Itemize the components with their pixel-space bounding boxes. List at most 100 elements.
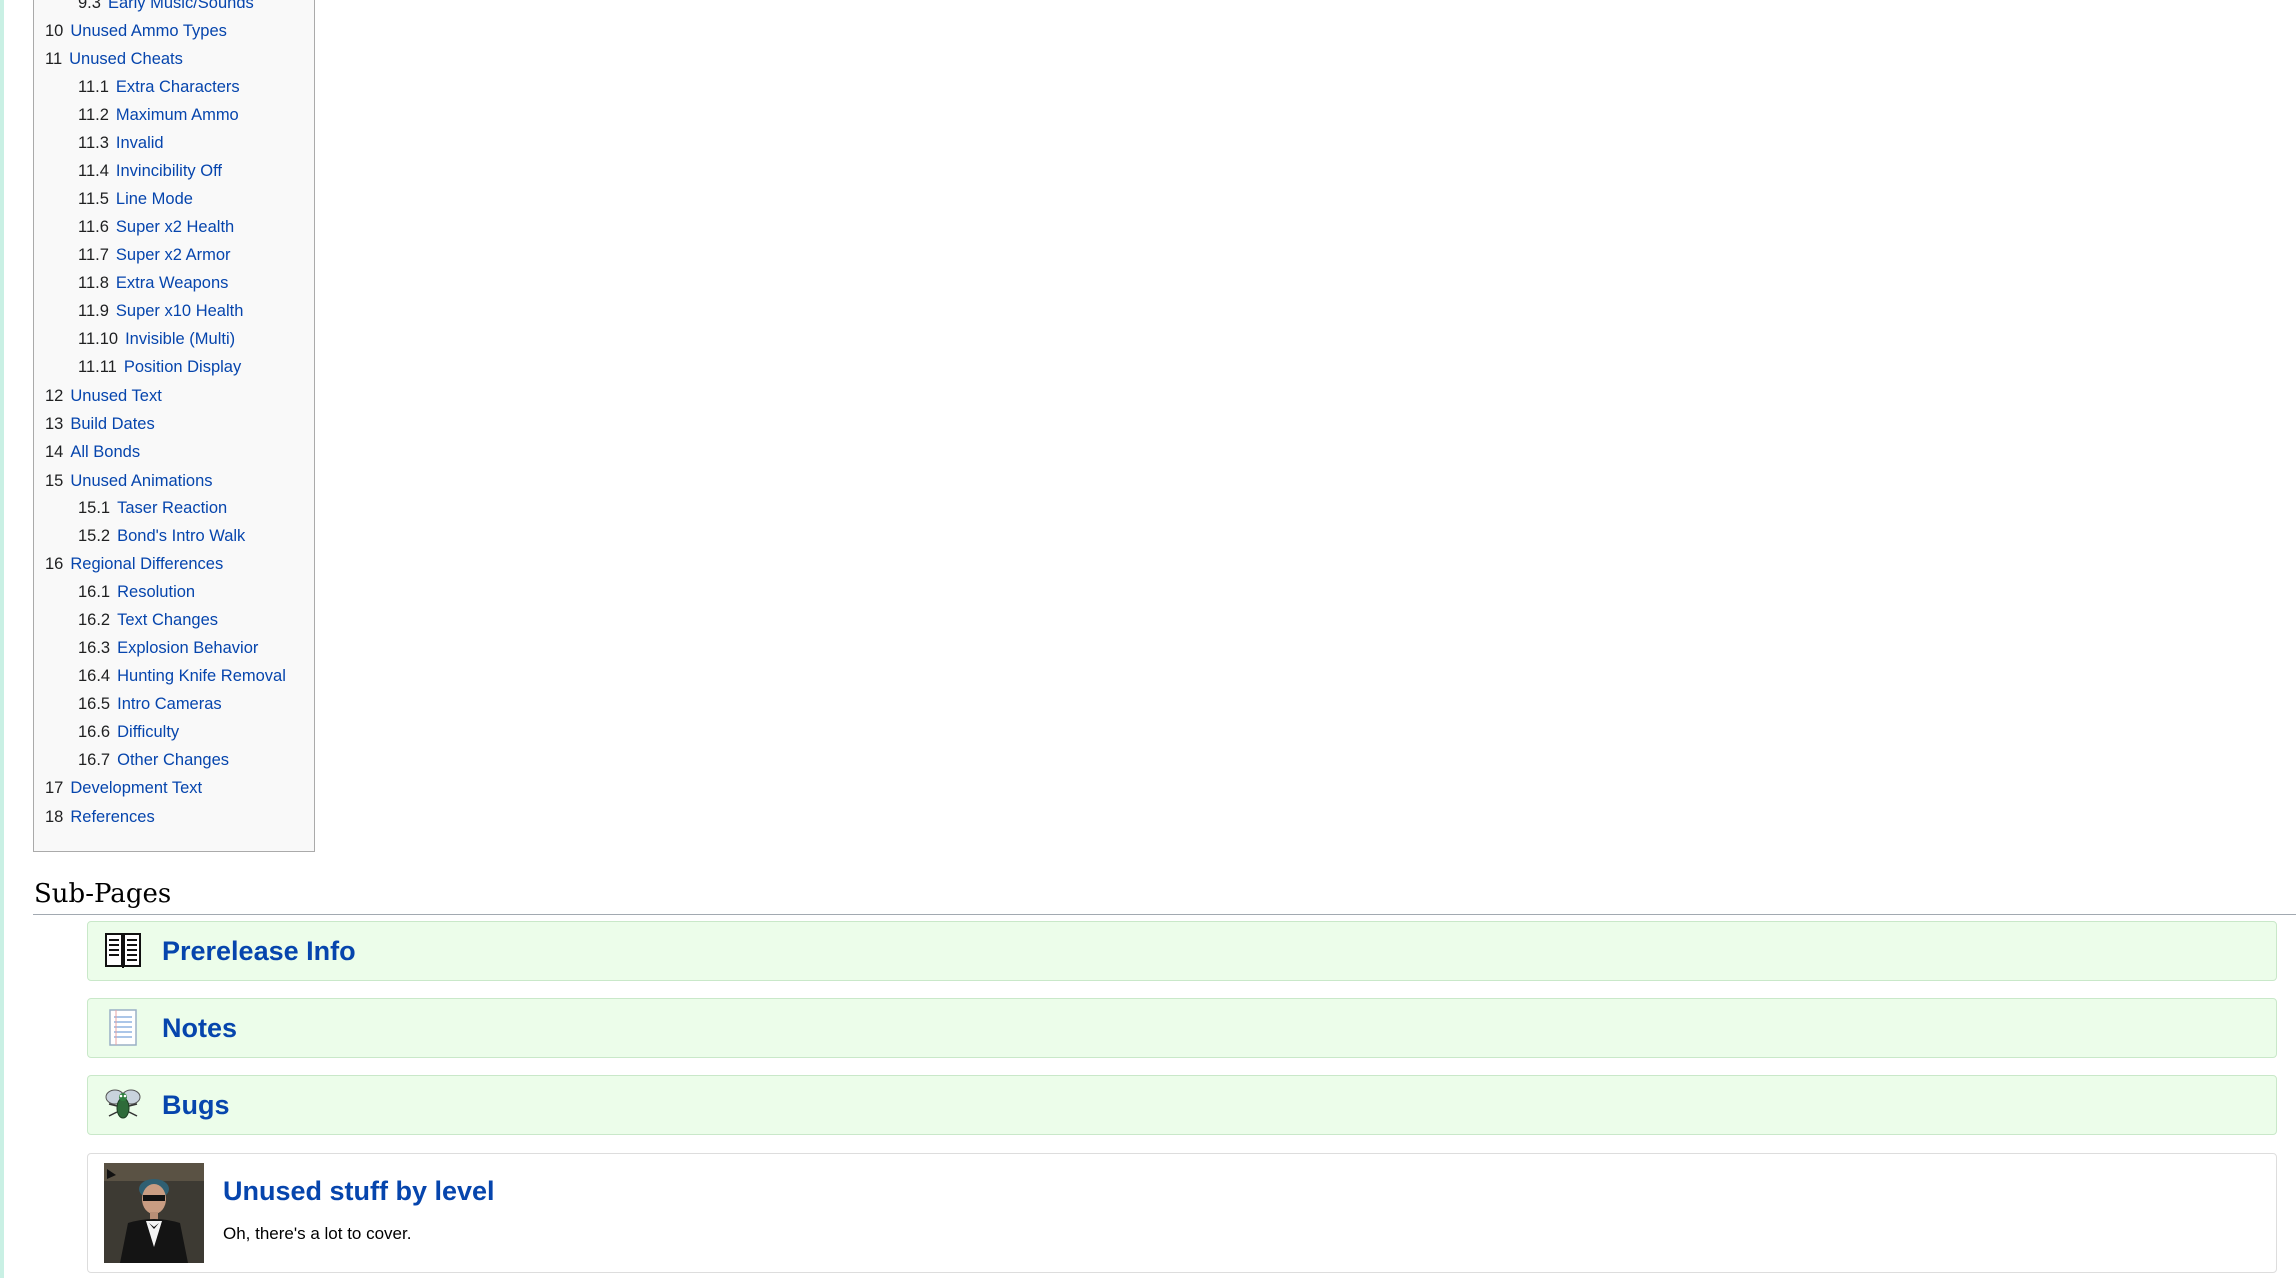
card-title[interactable]: Notes	[162, 999, 237, 1057]
toc-number: 16.5	[78, 695, 111, 713]
toc-link[interactable]: Intro Cameras	[117, 695, 222, 713]
toc-entry[interactable]: 11.8 Extra Weapons	[78, 271, 228, 295]
toc-link[interactable]: Maximum Ammo	[116, 106, 239, 124]
toc-link[interactable]: All Bonds	[70, 443, 140, 461]
toc-link[interactable]: Extra Weapons	[116, 274, 229, 292]
toc-number: 16	[45, 555, 64, 573]
card-title[interactable]: Bugs	[162, 1076, 230, 1134]
toc-number: 15.1	[78, 499, 111, 517]
subpage-card-bugs[interactable]: Bugs	[87, 1075, 2277, 1135]
toc-entry[interactable]: 16.4 Hunting Knife Removal	[78, 664, 286, 688]
card-title[interactable]: Unused stuff by level	[223, 1176, 495, 1207]
subpage-card-unused-by-level[interactable]: Unused stuff by level Oh, there's a lot …	[87, 1153, 2277, 1273]
toc-number: 10	[45, 22, 64, 40]
toc-entry[interactable]: 11 Unused Cheats	[45, 47, 183, 71]
toc-entry[interactable]: 17 Development Text	[45, 776, 202, 800]
toc-entry[interactable]: 11.7 Super x2 Armor	[78, 243, 231, 267]
toc-entry[interactable]: 11.1 Extra Characters	[78, 75, 240, 99]
toc-entry[interactable]: 16.7 Other Changes	[78, 748, 229, 772]
toc-entry[interactable]: 16.5 Intro Cameras	[78, 692, 222, 716]
toc-link[interactable]: Unused Ammo Types	[70, 22, 227, 40]
toc-entry[interactable]: 15.1 Taser Reaction	[78, 496, 227, 520]
toc-entry[interactable]: 11.9 Super x10 Health	[78, 299, 243, 323]
toc-entry[interactable]: 16.2 Text Changes	[78, 608, 218, 632]
toc-entry[interactable]: 12 Unused Text	[45, 384, 162, 408]
toc-entry[interactable]: 11.2 Maximum Ammo	[78, 103, 239, 127]
toc-entry[interactable]: 15 Unused Animations	[45, 469, 213, 493]
toc-link[interactable]: Difficulty	[117, 723, 179, 741]
toc-link[interactable]: Line Mode	[116, 190, 193, 208]
toc-link[interactable]: Early Music/Sounds	[108, 0, 254, 12]
toc-link[interactable]: Super x2 Armor	[116, 246, 231, 264]
toc-number: 11.7	[78, 246, 109, 264]
toc-link[interactable]: Build Dates	[70, 415, 154, 433]
toc-entry[interactable]: 15.2 Bond's Intro Walk	[78, 524, 245, 548]
toc-entry[interactable]: 14 All Bonds	[45, 440, 140, 464]
toc-entry[interactable]: 18 References	[45, 805, 155, 829]
toc-entry[interactable]: 9.3 Early Music/Sounds	[78, 0, 254, 15]
toc-link[interactable]: Super x2 Health	[116, 218, 234, 236]
bond-tuxedo-thumbnail[interactable]	[104, 1163, 204, 1263]
toc-entry[interactable]: 11.6 Super x2 Health	[78, 215, 234, 239]
toc-number: 11.8	[78, 274, 109, 292]
toc-entry[interactable]: 11.10 Invisible (Multi)	[78, 327, 235, 351]
toc-number: 15.2	[78, 527, 111, 545]
subpages-heading: Sub-Pages	[34, 879, 172, 909]
toc-link[interactable]: Development Text	[70, 779, 202, 797]
card-description: Oh, there's a lot to cover.	[223, 1224, 412, 1243]
toc-link[interactable]: Position Display	[124, 358, 241, 376]
toc-entry[interactable]: 11.5 Line Mode	[78, 187, 193, 211]
toc-number: 13	[45, 415, 64, 433]
toc-link[interactable]: Invalid	[116, 134, 164, 152]
toc-link[interactable]: Invisible (Multi)	[125, 330, 235, 348]
toc-entry[interactable]: 16.6 Difficulty	[78, 720, 179, 744]
toc-link[interactable]: Unused Animations	[70, 472, 212, 490]
toc-link[interactable]: References	[70, 808, 154, 826]
toc-number: 11.11	[78, 358, 117, 376]
toc-link[interactable]: Explosion Behavior	[117, 639, 258, 657]
toc-number: 18	[45, 808, 64, 826]
toc-number: 14	[45, 443, 64, 461]
toc-link[interactable]: Taser Reaction	[117, 499, 227, 517]
toc-number: 16.7	[78, 751, 111, 769]
page-left-rail	[0, 0, 4, 1278]
toc-number: 11	[45, 50, 63, 68]
heading-divider	[33, 914, 2296, 915]
toc-link[interactable]: Text Changes	[117, 611, 218, 629]
toc-number: 16.2	[78, 611, 111, 629]
card-title[interactable]: Prerelease Info	[162, 922, 356, 980]
toc-entry[interactable]: 16 Regional Differences	[45, 552, 223, 576]
toc-number: 11.2	[78, 106, 109, 124]
toc-entry[interactable]: 11.4 Invincibility Off	[78, 159, 222, 183]
toc-number: 16.1	[78, 583, 111, 601]
book-icon	[104, 930, 142, 970]
toc-entry[interactable]: 11.3 Invalid	[78, 131, 164, 155]
toc-link[interactable]: Other Changes	[117, 751, 229, 769]
toc-link[interactable]: Invincibility Off	[116, 162, 222, 180]
toc-number: 11.4	[78, 162, 109, 180]
subpage-card-notes[interactable]: Notes	[87, 998, 2277, 1058]
toc-number: 16.6	[78, 723, 111, 741]
toc-link[interactable]: Unused Text	[70, 387, 161, 405]
toc-link[interactable]: Hunting Knife Removal	[117, 667, 286, 685]
toc-number: 11.3	[78, 134, 109, 152]
notepad-icon	[104, 1007, 142, 1047]
subpage-card-prerelease[interactable]: Prerelease Info	[87, 921, 2277, 981]
toc-link[interactable]: Super x10 Health	[116, 302, 244, 320]
toc-number: 11.10	[78, 330, 119, 348]
toc-number: 11.1	[78, 78, 109, 96]
toc-link[interactable]: Extra Characters	[116, 78, 240, 96]
bug-icon	[104, 1084, 142, 1124]
toc-number: 11.5	[78, 190, 109, 208]
toc-entry[interactable]: 16.1 Resolution	[78, 580, 195, 604]
toc-link[interactable]: Unused Cheats	[69, 50, 183, 68]
toc-entry[interactable]: 13 Build Dates	[45, 412, 155, 436]
toc-number: 16.4	[78, 667, 111, 685]
toc-entry[interactable]: 11.11 Position Display	[78, 355, 241, 379]
toc-entry[interactable]: 16.3 Explosion Behavior	[78, 636, 258, 660]
toc-entry[interactable]: 10 Unused Ammo Types	[45, 19, 227, 43]
toc-link[interactable]: Resolution	[117, 583, 195, 601]
toc-number: 15	[45, 472, 64, 490]
toc-link[interactable]: Bond's Intro Walk	[117, 527, 245, 545]
toc-link[interactable]: Regional Differences	[70, 555, 223, 573]
